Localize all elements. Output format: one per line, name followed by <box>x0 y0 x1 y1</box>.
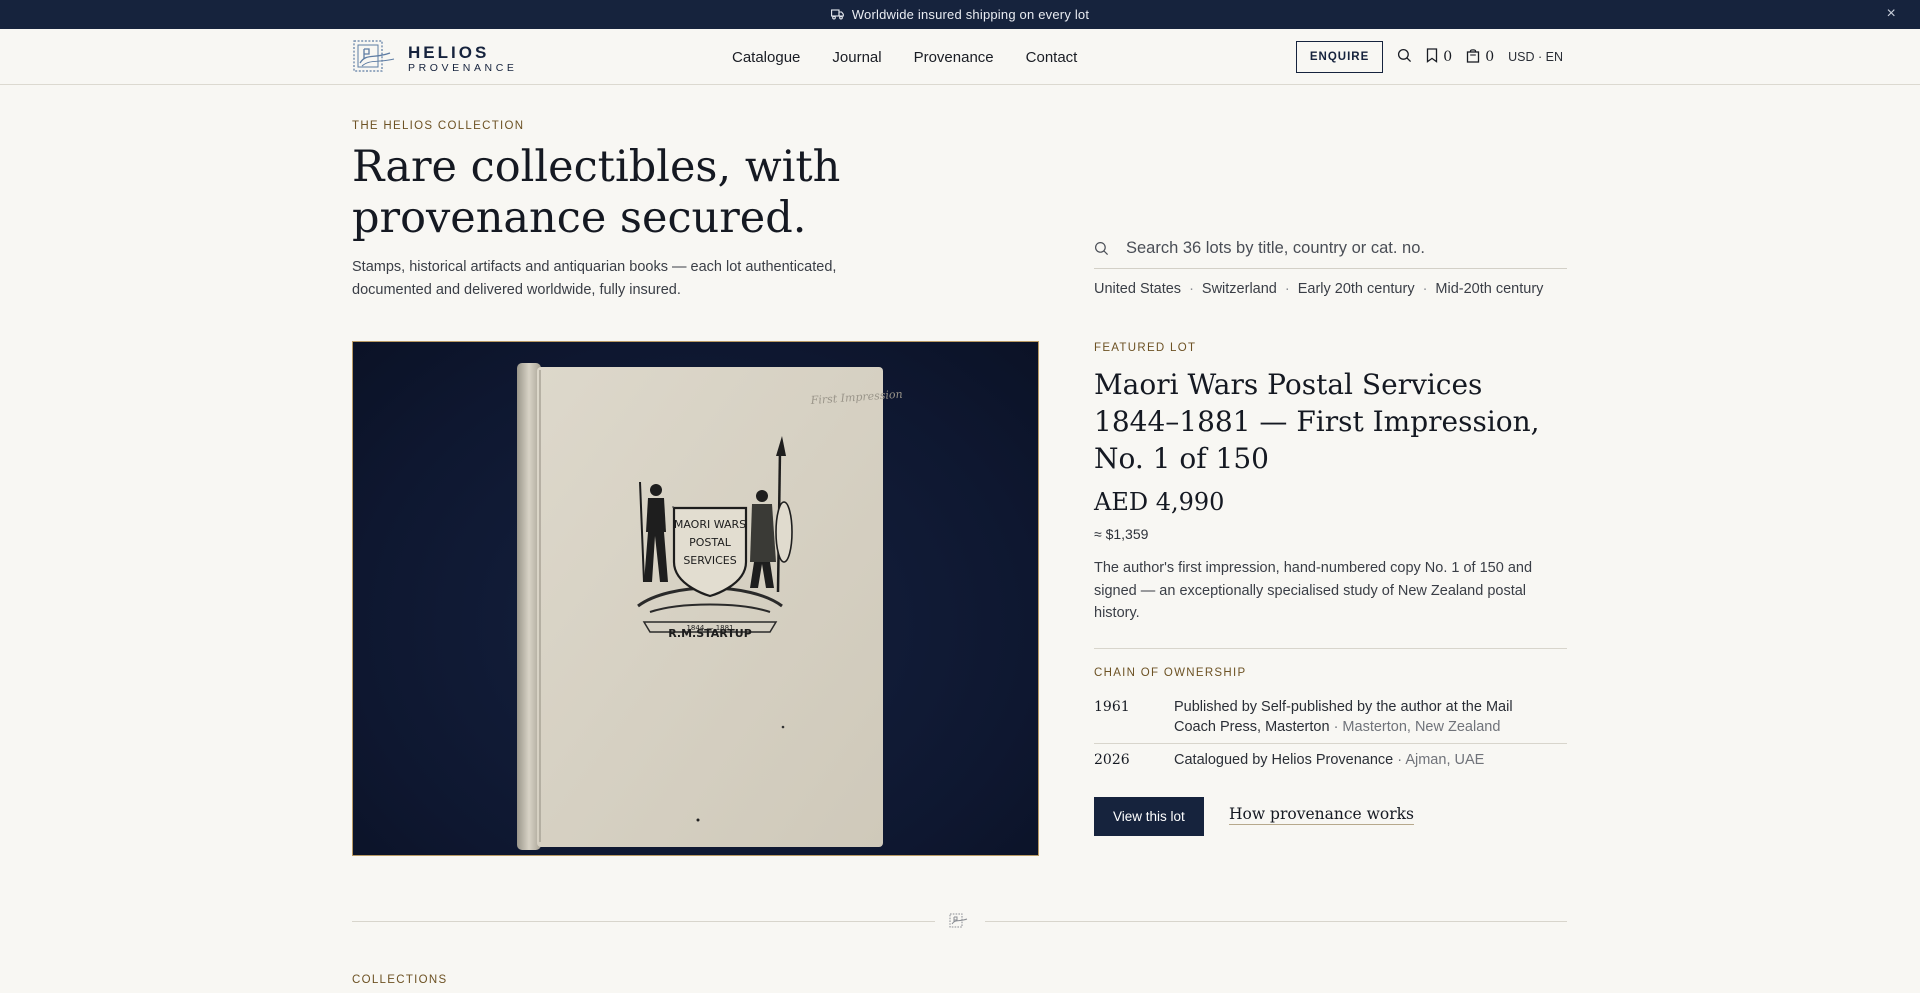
nav-contact[interactable]: Contact <box>1026 49 1078 66</box>
featured-price: AED 4,990 <box>1094 488 1225 516</box>
locale-selector[interactable]: USD · EN <box>1508 50 1563 64</box>
main-nav: Catalogue Journal Provenance Contact <box>732 29 1077 85</box>
featured-description: The author's first impression, hand-numb… <box>1094 560 1533 621</box>
chain-event: Published by Self-published by the autho… <box>1174 697 1554 737</box>
crest-text-1: MAORI WARS <box>674 518 746 531</box>
close-icon[interactable]: × <box>1886 5 1896 23</box>
filter-mid-20th-century[interactable]: Mid-20th century <box>1435 281 1543 297</box>
chain-year: 2026 <box>1094 752 1130 768</box>
bookmark-icon <box>1426 47 1438 67</box>
chain-year: 1961 <box>1094 699 1130 715</box>
header-tools: ENQUIRE 0 0 USD · EN <box>1295 41 1563 73</box>
book-author: R.M.STARTUP <box>668 627 752 640</box>
cart-button[interactable]: 0 <box>1466 48 1494 67</box>
crest-text-2: POSTAL <box>689 536 732 549</box>
nav-catalogue[interactable]: Catalogue <box>732 49 800 66</box>
filter-united-states[interactable]: United States <box>1094 281 1181 297</box>
lot-search <box>1094 228 1567 269</box>
section-divider-left <box>352 921 935 922</box>
chain-row: 2026 Catalogued by Helios Provenance · A… <box>1094 750 1567 770</box>
logo-line1: HELIOS <box>408 42 490 62</box>
hero-eyebrow: THE HELIOS COLLECTION <box>352 120 525 132</box>
chain-eyebrow: CHAIN OF OWNERSHIP <box>1094 667 1247 679</box>
hero-title-line1: Rare collectibles, with <box>352 142 841 192</box>
separator-dot: · <box>1284 281 1290 297</box>
chain-location: · Ajman, UAE <box>1397 752 1485 768</box>
nav-provenance[interactable]: Provenance <box>914 49 994 66</box>
collections-eyebrow: COLLECTIONS <box>352 974 448 986</box>
featured-price-approx: ≈ $1,359 <box>1094 526 1149 542</box>
chain-event-text: Catalogued by Helios Provenance <box>1174 752 1394 768</box>
logo-wordmark: HELIOS PROVENANCE <box>408 44 518 74</box>
truck-icon <box>830 9 844 20</box>
featured-lot-image[interactable]: MAORI WARS POSTAL SERVICES 1844 — 1881 R… <box>352 341 1039 856</box>
separator-dot: · <box>1189 281 1194 297</box>
how-provenance-link[interactable]: How provenance works <box>1229 805 1414 825</box>
view-lot-button[interactable]: View this lot <box>1094 797 1204 836</box>
chain-event: Catalogued by Helios Provenance · Ajman,… <box>1174 750 1554 770</box>
crest-text-3: SERVICES <box>683 554 736 567</box>
filter-early-20th-century[interactable]: Early 20th century <box>1298 281 1415 297</box>
quick-filters: United States · Switzerland · Early 20th… <box>1094 281 1543 297</box>
bag-icon <box>1466 48 1480 67</box>
filter-switzerland[interactable]: Switzerland <box>1202 281 1277 297</box>
divider <box>1094 648 1567 649</box>
chain-location: · Masterton, New Zealand <box>1333 719 1501 735</box>
featured-title[interactable]: Maori Wars Postal Services 1844–1881 — F… <box>1094 366 1574 477</box>
book-cover-illustration: MAORI WARS POSTAL SERVICES 1844 — 1881 R… <box>517 363 903 850</box>
stamp-logo-icon <box>352 39 396 78</box>
hero-title-line2: provenance secured. <box>352 193 807 243</box>
logo-line2: PROVENANCE <box>408 61 518 74</box>
saved-button[interactable]: 0 <box>1426 47 1453 67</box>
logo[interactable]: HELIOS PROVENANCE <box>352 39 518 78</box>
featured-eyebrow: FEATURED LOT <box>1094 342 1197 354</box>
site-header: HELIOS PROVENANCE Catalogue Journal Prov… <box>0 29 1920 85</box>
search-input[interactable] <box>1126 238 1556 258</box>
stamp-ornament-icon <box>949 912 969 935</box>
saved-count: 0 <box>1443 49 1453 65</box>
nav-journal[interactable]: Journal <box>832 49 881 66</box>
chain-row: 1961 Published by Self-published by the … <box>1094 697 1567 737</box>
search-icon[interactable] <box>1397 48 1412 66</box>
divider <box>1094 743 1567 744</box>
enquire-button[interactable]: ENQUIRE <box>1295 41 1384 73</box>
hero-title: Rare collectibles, with provenance secur… <box>352 142 972 244</box>
search-icon <box>1094 241 1126 256</box>
cart-count: 0 <box>1485 49 1495 65</box>
hero-subtitle: Stamps, historical artifacts and antiqua… <box>352 259 837 298</box>
announcement-bar: Worldwide insured shipping on every lot … <box>0 0 1920 29</box>
announcement-text: Worldwide insured shipping on every lot <box>851 7 1090 22</box>
separator-dot: · <box>1422 281 1428 297</box>
section-divider-right <box>985 921 1567 922</box>
